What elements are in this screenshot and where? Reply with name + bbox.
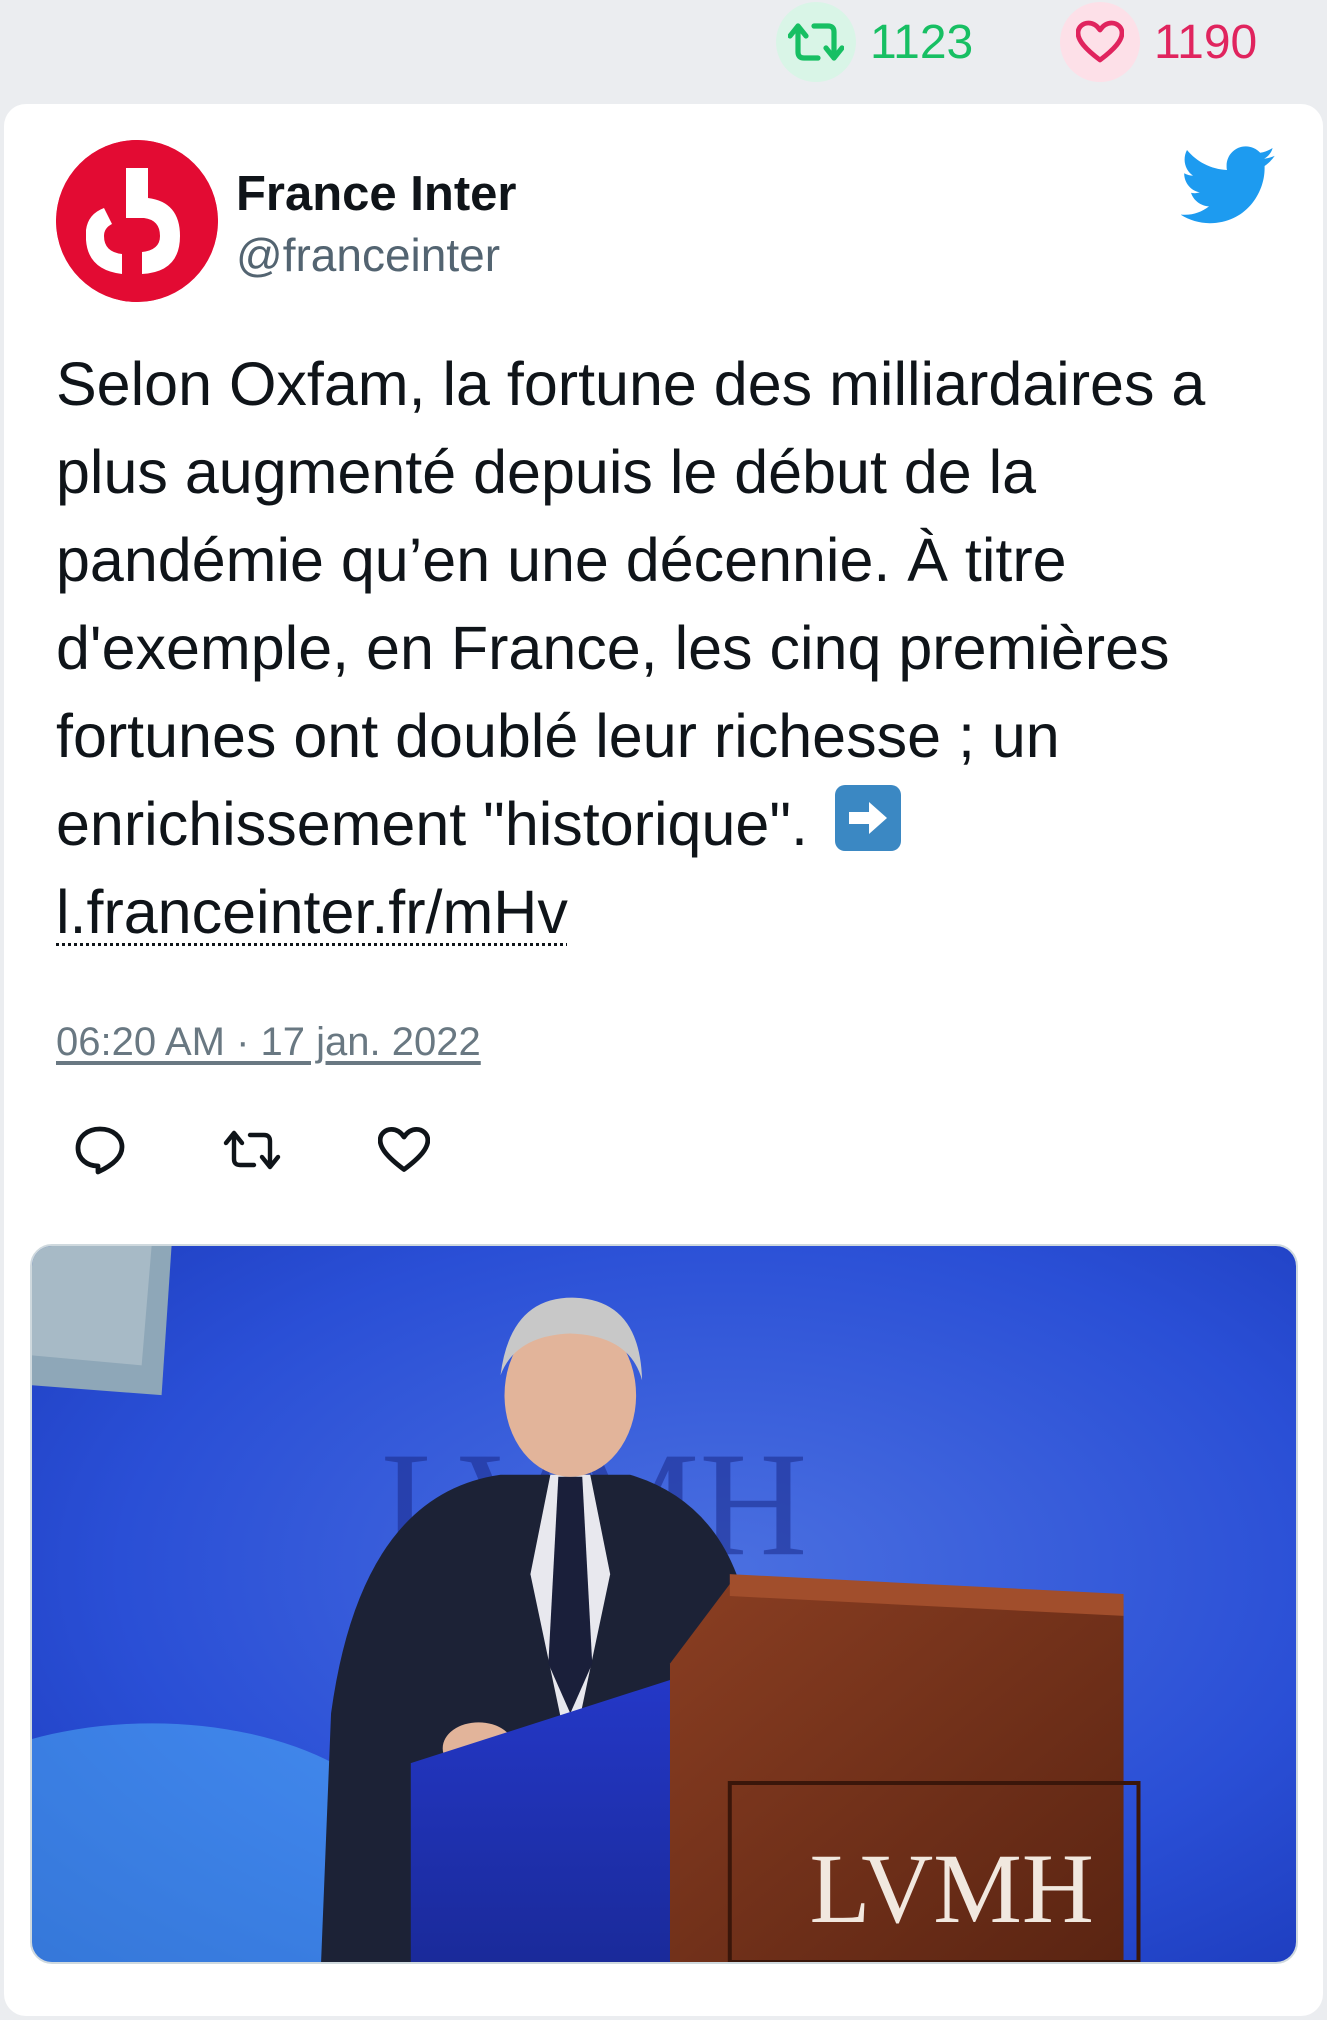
right-arrow-emoji-icon [834, 785, 901, 851]
tweet-actions [70, 1120, 526, 1180]
media-photo: LVMH LVMH [32, 1246, 1296, 1962]
like-count: 1190 [1154, 15, 1258, 69]
tweet-text: Selon Oxfam, la fortune des milliardaire… [56, 340, 1296, 956]
heart-icon [1060, 2, 1140, 82]
like-button[interactable] [374, 1120, 434, 1180]
tweet-timestamp[interactable]: 06:20 AM · 17 jan. 2022 [56, 1020, 481, 1065]
reply-button[interactable] [70, 1120, 130, 1180]
tweet-card: France Inter @franceinter Selon Oxfam, l… [4, 104, 1323, 2016]
author-name[interactable]: France Inter [236, 166, 516, 222]
retweet-button[interactable] [222, 1120, 282, 1180]
author-handle[interactable]: @franceinter [236, 228, 500, 282]
retweet-icon [223, 1130, 281, 1170]
retweet-icon [776, 2, 856, 82]
twitter-bird-icon[interactable] [1180, 146, 1277, 226]
avatar[interactable] [56, 140, 218, 302]
like-icon [378, 1127, 430, 1172]
tweet-stats: 1123 1190 [0, 0, 1327, 104]
like-count-stat[interactable]: 1190 [1060, 0, 1257, 84]
tweet-media-image[interactable]: LVMH LVMH [30, 1244, 1298, 1964]
retweet-count-stat[interactable]: 1123 [776, 0, 973, 84]
reply-icon [75, 1126, 125, 1175]
tweet-body: Selon Oxfam, la fortune des milliardaire… [56, 350, 1206, 858]
retweet-count: 1123 [870, 15, 974, 69]
tweet-link[interactable]: l.franceinter.fr/mHv [56, 878, 568, 946]
lectern-sign-text: LVMH [810, 1833, 1094, 1944]
france-inter-logo [56, 140, 218, 302]
